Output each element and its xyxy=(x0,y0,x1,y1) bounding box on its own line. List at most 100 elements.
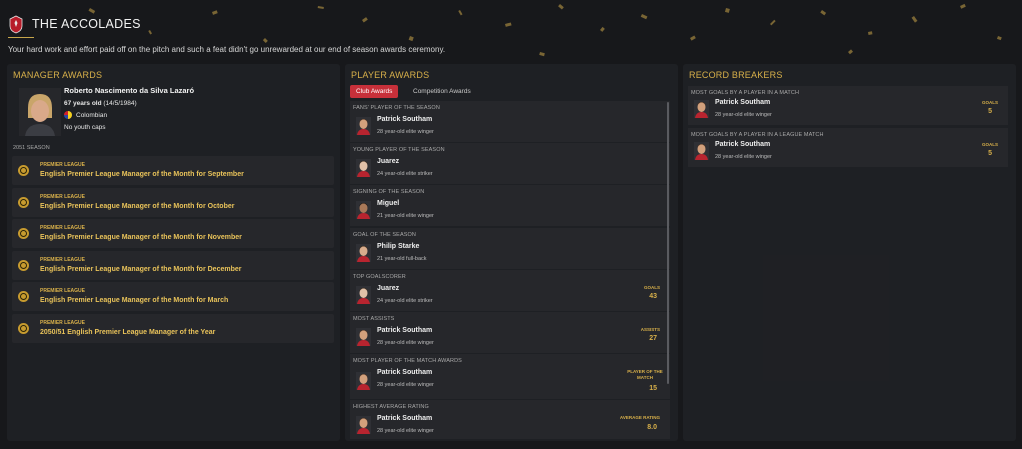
manager-award-row[interactable]: PREMIER LEAGUE English Premier League Ma… xyxy=(12,250,334,280)
stat-value: 5 xyxy=(988,150,992,157)
player-face xyxy=(694,142,709,160)
award-name: English Premier League Manager of the Mo… xyxy=(40,234,242,241)
stat-label: AVERAGE RATING xyxy=(619,415,660,421)
manager-award-row[interactable]: PREMIER LEAGUE English Premier League Ma… xyxy=(12,156,334,185)
player-award-card[interactable]: YOUNG PLAYER OF THE SEASON Juarez 24 yea… xyxy=(350,143,670,185)
award-name: English Premier League Manager of the Mo… xyxy=(40,265,242,273)
player-description: 24 year-old elite striker xyxy=(377,297,433,304)
award-name: English Premier League Manager of the Mo… xyxy=(40,202,235,210)
player-award-card[interactable]: FANS' PLAYER OF THE SEASON Patrick South… xyxy=(350,101,670,142)
manager-portrait[interactable] xyxy=(19,88,61,136)
manager-award-row[interactable]: PREMIER LEAGUE English Premier League Ma… xyxy=(12,219,334,248)
player-face xyxy=(356,117,371,135)
club-crest-icon xyxy=(9,15,23,34)
award-category: TOP GOALSCORER xyxy=(353,273,406,280)
record-category: MOST GOALS BY A PLAYER IN A LEAGUE MATCH xyxy=(691,132,824,138)
player-description: 28 year-old elite winger xyxy=(377,382,434,389)
stat-value: 8.0 xyxy=(647,424,657,432)
player-description: 28 year-old elite winger xyxy=(377,129,434,135)
tab-club-awards[interactable]: Club Awards xyxy=(350,85,399,98)
award-name: English Premier League Manager of the Mo… xyxy=(40,297,229,304)
player-awards-scrollbar[interactable] xyxy=(667,102,669,384)
colombia-flag-icon xyxy=(64,111,72,119)
player-awards-panel: PLAYER AWARDS Club Awards Competition Aw… xyxy=(345,64,678,441)
award-name: 2050/51 English Premier League Manager o… xyxy=(40,328,216,336)
manager-award-row[interactable]: PREMIER LEAGUE 2050/51 English Premier L… xyxy=(12,313,334,343)
award-category: YOUNG PLAYER OF THE SEASON xyxy=(353,147,445,154)
player-name[interactable]: Patrick Southam xyxy=(715,99,770,106)
record-breakers-title: RECORD BREAKERS xyxy=(689,70,783,80)
manager-award-row[interactable]: PREMIER LEAGUE English Premier League Ma… xyxy=(12,282,334,311)
player-face xyxy=(356,159,371,178)
award-category: GOAL OF THE SEASON xyxy=(353,231,416,238)
stat-label: GOALS xyxy=(643,284,660,290)
award-category: MOST ASSISTS xyxy=(353,315,395,322)
record-card[interactable]: MOST GOALS BY A PLAYER IN A LEAGUE MATCH… xyxy=(688,128,1008,167)
trophy-medal-icon xyxy=(18,259,29,271)
player-face xyxy=(356,243,371,262)
award-category: MOST PLAYER OF THE MATCH AWARDS xyxy=(353,358,462,365)
stat-value: 43 xyxy=(649,292,657,300)
player-name[interactable]: Patrick Southam xyxy=(377,369,432,376)
title-underline xyxy=(8,37,34,38)
award-category: SIGNING OF THE SEASON xyxy=(353,189,425,196)
manager-name[interactable]: Roberto Nascimento da Silva Lazaró xyxy=(64,86,194,95)
manager-age: 67 years old (14/5/1984) xyxy=(64,100,137,107)
record-breakers-panel: RECORD BREAKERS MOST GOALS BY A PLAYER I… xyxy=(683,64,1016,441)
manager-dob: (14/5/1984) xyxy=(103,100,137,107)
award-league: PREMIER LEAGUE xyxy=(40,288,86,294)
season-label: 2051 SEASON xyxy=(13,145,50,151)
stat-label: PLAYER OF THE MATCH xyxy=(627,369,663,381)
player-description: 28 year-old elite winger xyxy=(715,112,772,118)
player-face xyxy=(356,285,371,304)
player-award-card[interactable]: HIGHEST AVERAGE RATING Patrick Southam 2… xyxy=(350,400,670,439)
manager-caps: No youth caps xyxy=(64,124,106,131)
trophy-medal-icon xyxy=(18,291,29,302)
page-subtitle: Your hard work and effort paid off on th… xyxy=(8,45,446,54)
award-category: FANS' PLAYER OF THE SEASON xyxy=(353,105,440,111)
player-description: 21 year-old full-back xyxy=(377,255,427,262)
award-category: HIGHEST AVERAGE RATING xyxy=(353,404,429,411)
player-awards-title: PLAYER AWARDS xyxy=(351,70,430,80)
player-face xyxy=(356,372,371,391)
player-name[interactable]: Juarez xyxy=(377,158,399,165)
manager-age-years: 67 years old xyxy=(64,100,102,107)
player-face xyxy=(356,416,371,435)
player-award-card[interactable]: TOP GOALSCORER Juarez 24 year-old elite … xyxy=(350,269,670,311)
award-league: PREMIER LEAGUE xyxy=(40,319,86,326)
player-description: 24 year-old elite striker xyxy=(377,171,433,178)
trophy-medal-icon xyxy=(18,165,29,176)
tab-competition-awards[interactable]: Competition Awards xyxy=(407,85,477,98)
player-award-card[interactable]: GOAL OF THE SEASON Philip Starke 21 year… xyxy=(350,227,670,269)
player-awards-list[interactable]: FANS' PLAYER OF THE SEASON Patrick South… xyxy=(350,101,670,439)
record-card[interactable]: MOST GOALS BY A PLAYER IN A MATCH Patric… xyxy=(688,86,1008,125)
player-name[interactable]: Miguel xyxy=(377,200,399,207)
player-description: 28 year-old elite winger xyxy=(377,428,434,435)
player-description: 28 year-old elite winger xyxy=(377,339,434,346)
player-name[interactable]: Patrick Southam xyxy=(715,141,770,148)
player-award-card[interactable]: MOST ASSISTS Patrick Southam 28 year-old… xyxy=(350,311,670,353)
player-name[interactable]: Patrick Southam xyxy=(377,327,432,334)
award-league: PREMIER LEAGUE xyxy=(40,193,86,200)
stat-label: GOALS xyxy=(981,142,998,147)
player-name[interactable]: Patrick Southam xyxy=(377,415,432,422)
player-award-card[interactable]: SIGNING OF THE SEASON Miguel 21 year-old… xyxy=(350,185,670,227)
stat-label: GOALS xyxy=(981,100,998,105)
player-face xyxy=(694,100,709,118)
manager-nationality: Colombian xyxy=(64,111,107,119)
stat-value: 15 xyxy=(649,385,657,393)
stat-label: ASSISTS xyxy=(640,326,660,332)
award-league: PREMIER LEAGUE xyxy=(40,162,86,168)
award-league: PREMIER LEAGUE xyxy=(40,256,86,263)
trophy-medal-icon xyxy=(18,228,29,239)
player-name[interactable]: Philip Starke xyxy=(377,243,419,250)
page-header: THE ACCOLADES xyxy=(8,12,141,36)
player-award-card[interactable]: MOST PLAYER OF THE MATCH AWARDS Patrick … xyxy=(350,354,670,400)
player-name[interactable]: Juarez xyxy=(377,285,399,292)
manager-award-row[interactable]: PREMIER LEAGUE English Premier League Ma… xyxy=(12,187,334,217)
trophy-medal-icon xyxy=(18,196,29,208)
record-category: MOST GOALS BY A PLAYER IN A MATCH xyxy=(691,90,800,96)
manager-awards-panel: MANAGER AWARDS Roberto Nascimento da Sil… xyxy=(7,64,340,441)
player-name[interactable]: Patrick Southam xyxy=(377,116,432,123)
manager-awards-title: MANAGER AWARDS xyxy=(13,70,103,80)
